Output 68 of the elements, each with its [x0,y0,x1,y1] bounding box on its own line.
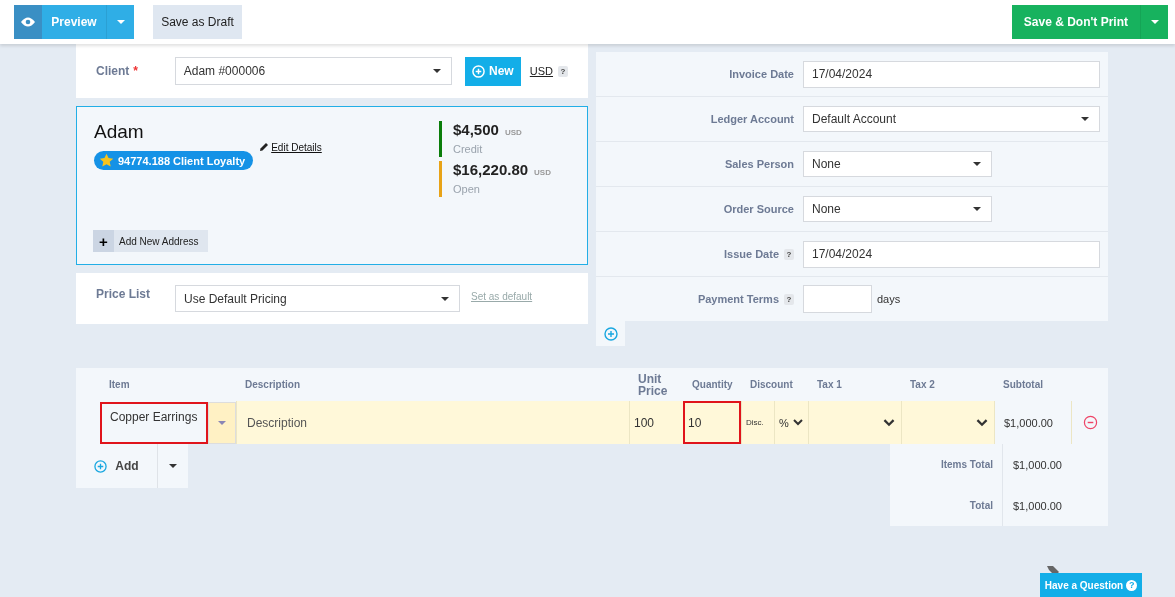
edit-details-link[interactable]: Edit Details [259,141,322,153]
column-header: Tax 1 [816,379,843,390]
plus-circle-icon [94,459,108,473]
total-value: $1,000.00 [1013,458,1062,471]
balance-currency: USD [534,168,551,177]
pencil-icon [259,142,270,152]
help-icon[interactable]: ? [784,248,794,260]
tax-dropdown-icon[interactable] [883,418,895,427]
required-mark: * [133,64,138,78]
chevron-down-icon [792,419,803,426]
client-select[interactable]: Adam #000006 [174,57,452,85]
currency-link[interactable]: USD [529,65,554,77]
description-field[interactable]: Description [241,415,629,430]
dropdown-field[interactable]: Default Account [803,106,1100,132]
help-icon[interactable]: ? [784,293,794,305]
client-name: Adam [94,121,145,143]
column-header: Description [244,379,301,390]
column-header: Item [108,379,131,390]
add-item-button[interactable]: Add [76,444,157,488]
discount-field[interactable]: Disc. [746,418,764,427]
field-label: Invoice Date [729,68,794,80]
preview-dropdown-button[interactable] [106,5,134,39]
balance-amount: $16,220.80 [453,161,529,178]
field-label: Ledger Account [710,113,794,125]
field-label: Payment Terms [697,293,779,305]
subtotal-value: $1,000.00 [1004,416,1053,429]
quantity-field[interactable]: 10 [683,401,741,444]
dropdown-field[interactable]: None [803,196,992,222]
unit-price-value[interactable]: 100 [634,415,655,430]
tax-dropdown-icon[interactable] [976,418,988,427]
remove-icon[interactable] [1082,415,1098,430]
balance-label: Credit [453,143,484,155]
eye-icon [20,16,36,28]
help-icon[interactable]: ? [558,65,568,77]
column-header: Subtotal [1002,379,1044,390]
plus-circle-icon [603,326,618,341]
field-label: Order Source [723,203,794,215]
add-address-button[interactable]: + Add New Address [93,230,208,252]
number-field[interactable] [803,285,872,313]
client-label: Client [96,64,130,78]
save-dropdown-button[interactable] [1140,5,1168,39]
date-field[interactable]: 17/04/2024 [803,60,1100,88]
plus-circle-icon [472,64,485,78]
price-list-select[interactable]: Use Default Pricing [175,285,460,312]
days-label: days [877,293,901,305]
total-label: Total [969,500,993,511]
balance-amount: $4,500 [453,121,499,138]
field-label: Sales Person [724,158,794,170]
dropdown-field[interactable]: None [803,151,992,177]
item-field[interactable]: Copper Earrings [100,402,208,444]
loyalty-points: 94774.188 Client Loyalty [118,154,246,167]
total-label: Items Total [940,459,993,470]
balance-label: Open [453,183,481,195]
question-icon: ? [1126,579,1138,591]
column-header: Unit Price [637,372,668,397]
balance-currency: USD [504,128,522,137]
save-draft-button[interactable]: Save as Draft [153,5,242,39]
field-label: Issue Date [723,248,779,260]
add-field-button[interactable] [596,321,625,346]
star-icon [99,153,114,168]
date-field[interactable]: 17/04/2024 [803,240,1100,268]
total-value: $1,000.00 [1013,499,1062,512]
preview-eye-button[interactable] [14,5,42,39]
price-list-label: Price List [96,287,152,301]
column-header: Discount [749,379,794,390]
column-header: Quantity [691,379,734,390]
discount-type-select[interactable]: % [779,416,803,429]
column-header: Tax 2 [909,379,936,390]
